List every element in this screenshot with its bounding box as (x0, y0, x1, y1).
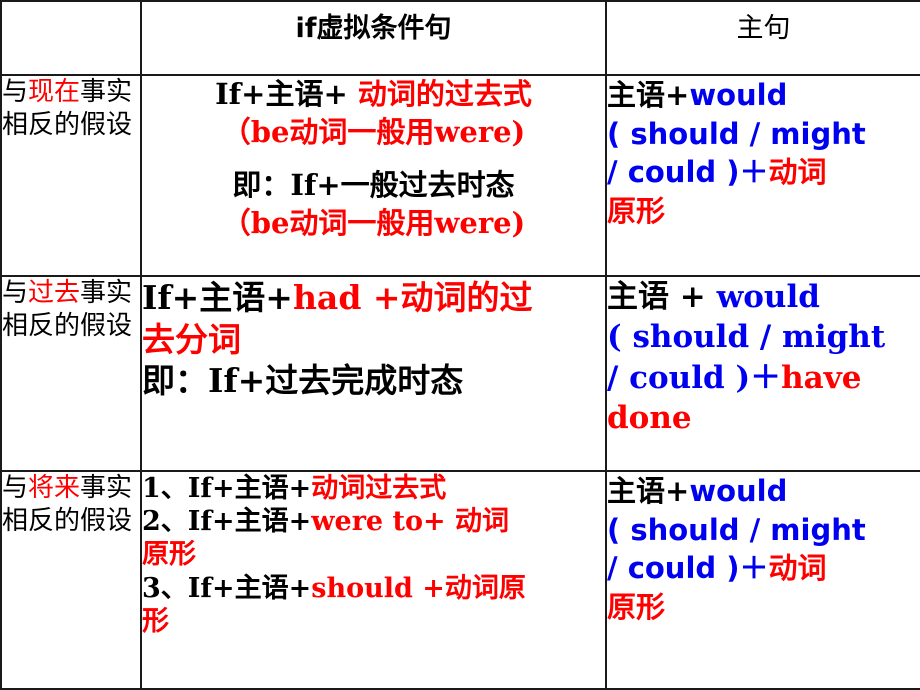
if-future-item-2-black: 2、If+主语+ (142, 506, 312, 538)
row-present-main-clause-cell: 主语+would ( should / might / could )＋动词 原… (605, 74, 920, 277)
category-prefix: 与 (2, 278, 29, 308)
row-present-category-cell: 与现在事实相反的假设 (0, 74, 142, 277)
category-text-present: 与现在事实相反的假设 (2, 77, 139, 143)
if-present-line-4-red: （be动词一般用were) (221, 206, 526, 241)
category-highlight: 过去 (28, 278, 81, 308)
main-past-modals-a: ( should / might (607, 319, 886, 356)
row-future-if-clause-cell: 1、If+主语+动词过去式 2、If+主语+were to+ 动词 原形 3、I… (140, 470, 607, 690)
if-past-line-2-red: 去分词 (142, 319, 241, 359)
main-present-plus: ＋ (739, 155, 769, 190)
if-present-line-4: （be动词一般用were) (143, 205, 604, 243)
if-present-line-3-black: 即：If+一般过去时态 (232, 168, 515, 203)
if-future-item-1-black: 1、If+主语+ (142, 473, 312, 504)
if-future-item-3-cont: 形 (142, 605, 604, 638)
main-past-line-2: ( should / might (607, 317, 919, 357)
if-future-item-3-red-cont: 形 (142, 605, 169, 637)
main-present-line-2: ( should / might (607, 115, 919, 154)
if-future-item-2-red: were to+ 动词 (311, 506, 510, 538)
main-present-line-4: 原形 (607, 192, 919, 231)
if-future-item-2-red-cont: 原形 (142, 539, 196, 571)
main-future-would: would (689, 474, 788, 508)
main-present-would: would (689, 78, 788, 112)
category-prefix: 与 (2, 473, 29, 503)
table-row: 与将来事实相反的假设 1、If+主语+动词过去式 2、If+主语+were to… (0, 470, 920, 690)
row-past-if-clause-cell: If+主语+had +动词的过 去分词 即：If+过去完成时态 (140, 275, 607, 472)
main-past-plus: ＋ (750, 359, 782, 396)
if-future-item-2: 2、If+主语+were to+ 动词 (142, 505, 604, 538)
if-past-line-2: 去分词 (142, 319, 604, 361)
main-past-have: have (781, 359, 862, 396)
row-past-category-cell: 与过去事实相反的假设 (0, 275, 142, 472)
if-present-line-2-red: （be动词一般用were) (221, 114, 526, 149)
row-present-if-clause-cell: If+主语+ 动词的过去式 （be动词一般用were) 即：If+一般过去时态 … (140, 74, 607, 277)
table-row: 与过去事实相反的假设 If+主语+had +动词的过 去分词 即：If+过去完成… (0, 275, 920, 472)
main-future-line-2: ( should / might (607, 511, 919, 550)
main-future-modals-a: ( should / might (607, 512, 866, 547)
category-text-future: 与将来事实相反的假设 (2, 473, 139, 539)
main-future-line-4: 原形 (607, 588, 919, 627)
row-past-main-clause-cell: 主语 + would ( should / might / could )＋ha… (605, 275, 920, 472)
header-main-clause-label: 主句 (736, 13, 791, 44)
main-past-would: would (716, 279, 820, 315)
main-past-done: done (607, 399, 692, 436)
if-present-line-3: 即：If+一般过去时态 (143, 167, 604, 205)
if-past-line-3: 即：If+过去完成时态 (142, 360, 604, 402)
if-future-item-3-red: should +动词原 (311, 572, 526, 604)
main-present-verb-cont: 原形 (607, 193, 666, 228)
subjunctive-conditionals-table: if虚拟条件句 主句 与现在事实相反的假设 If+主语+ 动词的过去式 （be动… (0, 0, 920, 690)
main-future-modals-b: / could ) (607, 551, 740, 586)
main-future-line-3: / could )＋动词 (607, 549, 919, 588)
if-past-line-1-red: had +动词的过 (292, 278, 533, 317)
main-present-verb: 动词 (768, 155, 827, 190)
if-present-line-1: If+主语+ 动词的过去式 (143, 77, 604, 114)
main-past-line-4: done (607, 398, 919, 438)
if-past-line-1: If+主语+had +动词的过 (142, 278, 604, 319)
if-future-item-3-black: 3、If+主语+ (142, 572, 312, 604)
header-if-clause-label: if虚拟条件句 (295, 13, 452, 44)
if-past-line-3-black: 即：If+过去完成时态 (142, 361, 464, 401)
if-present-line-1-red: 动词的过去式 (357, 77, 532, 111)
main-future-plus: ＋ (739, 551, 769, 586)
header-cell-if-clause: if虚拟条件句 (140, 0, 607, 76)
category-highlight: 现在 (28, 77, 81, 107)
main-present-subject: 主语+ (607, 78, 690, 112)
category-prefix: 与 (2, 77, 29, 107)
main-present-modals-b: / could ) (607, 155, 740, 190)
category-highlight: 将来 (28, 473, 81, 503)
main-past-modals-b: / could ) (607, 359, 751, 396)
if-present-line-1-black: If+主语+ (215, 77, 358, 111)
table-header-row: if虚拟条件句 主句 (0, 0, 920, 76)
if-present-line-2: （be动词一般用were) (143, 114, 604, 152)
if-future-item-1: 1、If+主语+动词过去式 (142, 473, 604, 505)
main-present-modals-a: ( should / might (607, 116, 866, 151)
if-future-item-2-cont: 原形 (142, 538, 604, 571)
if-future-item-3: 3、If+主语+should +动词原 (142, 572, 604, 605)
main-past-line-3: / could )＋have (607, 358, 919, 398)
main-future-verb: 动词 (768, 551, 827, 586)
main-past-line-1: 主语 + would (607, 278, 919, 317)
if-future-item-1-red: 动词过去式 (311, 473, 447, 504)
main-present-line-1: 主语+would (607, 77, 919, 115)
main-future-verb-cont: 原形 (607, 589, 666, 624)
header-cell-category (0, 0, 142, 76)
if-past-line-1-black: If+主语+ (142, 278, 293, 317)
header-cell-main-clause: 主句 (605, 0, 920, 76)
main-past-subject: 主语 + (607, 279, 717, 315)
main-future-subject: 主语+ (607, 474, 690, 508)
main-present-line-3: / could )＋动词 (607, 153, 919, 192)
category-text-past: 与过去事实相反的假设 (2, 278, 139, 344)
row-future-main-clause-cell: 主语+would ( should / might / could )＋动词 原… (605, 470, 920, 690)
main-future-line-1: 主语+would (607, 473, 919, 511)
row-future-category-cell: 与将来事实相反的假设 (0, 470, 142, 690)
table-row: 与现在事实相反的假设 If+主语+ 动词的过去式 （be动词一般用were) 即… (0, 74, 920, 277)
